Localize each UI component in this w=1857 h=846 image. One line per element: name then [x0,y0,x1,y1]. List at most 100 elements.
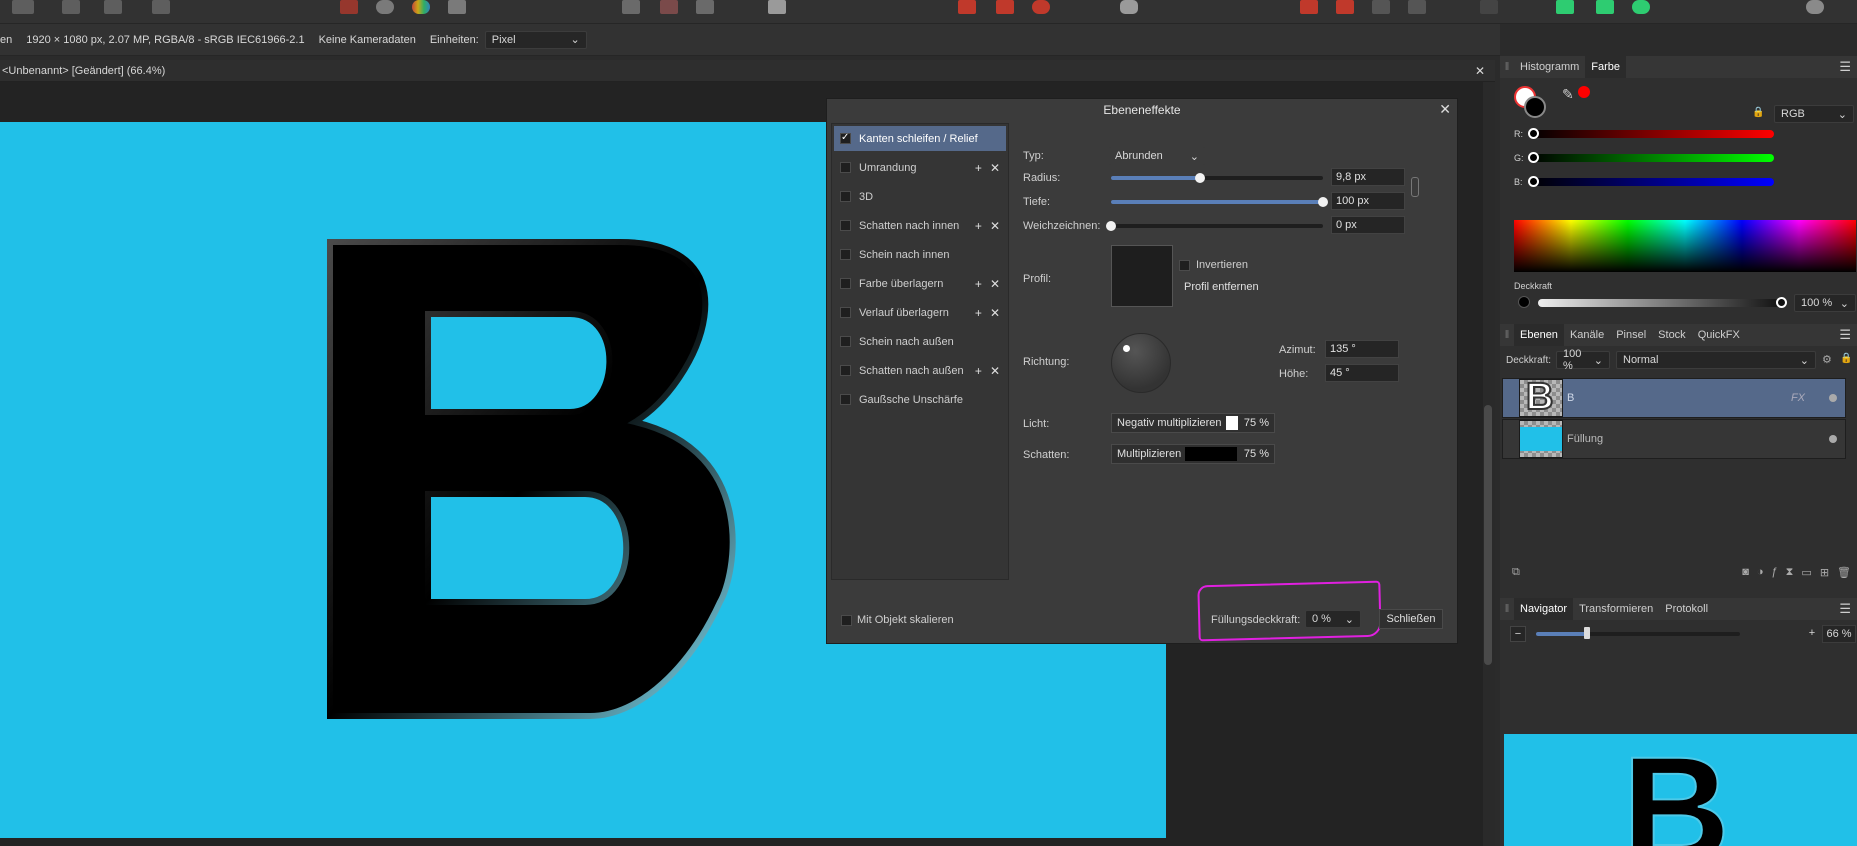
quick-mask-icon[interactable] [768,0,786,14]
direction-dial[interactable] [1111,333,1171,393]
shadow-blend-control[interactable]: Multiplizieren 75 % [1111,444,1275,464]
blur-slider[interactable] [1111,224,1323,228]
layer-opacity-select[interactable]: 100 % ⌄ [1556,348,1610,372]
document-info[interactable]: 1920 × 1080 px, 2.07 MP, RGBA/8 - sRGB I… [26,34,304,46]
layer-row[interactable]: B B FX [1502,375,1846,419]
delete-layer-icon[interactable]: 🗑 [1837,566,1855,579]
liquify-persona-icon[interactable] [62,0,80,14]
vertical-scroll-thumb[interactable] [1484,405,1492,665]
account-icon[interactable] [1806,0,1824,14]
effect-checkbox[interactable] [840,132,851,144]
zoom-out-button[interactable]: − [1510,626,1526,642]
close-icon[interactable]: ✕ [1439,101,1451,118]
close-document-icon[interactable]: ✕ [1475,64,1495,78]
fx-icon[interactable]: ƒ [1772,566,1778,578]
depth-slider-knob[interactable] [1318,197,1328,207]
remove-effect-icon[interactable]: ✕ [990,306,1000,320]
light-blend-control[interactable]: Negativ multiplizieren 75 % [1111,413,1275,433]
channel-r-slider[interactable] [1530,130,1774,138]
tab-histogram[interactable]: Histogramm [1514,61,1585,73]
blur-field[interactable]: 0 px [1331,216,1405,234]
tab-quickfx[interactable]: QuickFX [1692,329,1746,341]
azimuth-field[interactable]: 135 ° [1325,340,1399,358]
tab-color[interactable]: Farbe [1585,56,1627,78]
lock-icon[interactable]: 🔒 [1752,107,1764,118]
arrange-icon[interactable] [1480,0,1498,14]
direction-dial-handle[interactable] [1123,345,1130,352]
snapping-icon[interactable] [958,0,976,14]
opacity-value-select[interactable]: 100 % ⌄ [1794,294,1856,312]
boolean-xor-icon[interactable] [1408,0,1426,14]
effect-checkbox[interactable] [840,220,851,231]
effect-item[interactable]: Schein nach außen [834,329,1006,354]
remove-effect-icon[interactable]: ✕ [990,161,1000,175]
effect-checkbox[interactable] [840,365,851,376]
effect-checkbox[interactable] [840,394,851,405]
zoom-value-field[interactable]: 66 % [1822,625,1856,643]
opacity-slider-knob[interactable] [1776,297,1787,308]
boolean-subtract-icon[interactable] [1336,0,1354,14]
live-filter-icon[interactable]: ⧗ [1786,566,1794,579]
effect-item[interactable]: Kanten schleifen / Relief [834,126,1006,151]
mask-icon[interactable]: ◙ [1742,566,1749,578]
blur-slider-knob[interactable] [1106,221,1116,231]
layer-row[interactable]: Füllung [1502,419,1846,459]
grip-icon[interactable]: ‖ [1500,61,1514,73]
visibility-dot-icon[interactable] [1829,435,1837,443]
layer-copy-icon[interactable]: ⧉ [1512,566,1520,579]
effect-item[interactable]: Farbe überlagern + ✕ [834,271,1006,296]
close-button[interactable]: Schließen [1379,609,1443,629]
panel-menu-icon[interactable]: ☰ [1839,601,1857,617]
radius-field[interactable]: 9,8 px [1331,168,1405,186]
scale-with-object-checkbox[interactable] [841,615,852,626]
color-model-select[interactable]: RGB ⌄ [1774,105,1854,123]
add-effect-icon[interactable]: + [975,364,982,378]
effect-item[interactable]: Schatten nach innen + ✕ [834,213,1006,238]
tab-transform[interactable]: Transformieren [1573,603,1659,615]
add-effect-icon[interactable]: + [975,277,982,291]
type-select[interactable]: Abrunden ⌄ [1109,147,1205,165]
export-persona-icon[interactable] [152,0,170,14]
effect-checkbox[interactable] [840,278,851,289]
recent-color-swatch[interactable] [1578,86,1590,98]
add-effect-icon[interactable]: + [975,306,982,320]
effect-checkbox[interactable] [840,162,851,173]
effect-item[interactable]: Schein nach innen [834,242,1006,267]
altitude-field[interactable]: 45 ° [1325,364,1399,382]
magnet-icon[interactable] [1032,0,1050,14]
eyedropper-icon[interactable]: ✎ [1562,86,1574,103]
effect-item[interactable]: Umrandung + ✕ [834,155,1006,180]
color-wheel-icon[interactable] [412,0,430,14]
channel-r-knob[interactable] [1528,128,1539,139]
tab-layers[interactable]: Ebenen [1514,324,1564,346]
fill-opacity-select[interactable]: 0 % ⌄ [1305,610,1361,628]
studio-icon-1[interactable] [1556,0,1574,14]
remove-effect-icon[interactable]: ✕ [990,219,1000,233]
zoom-slider-knob[interactable] [1584,627,1590,639]
invert-selection-icon[interactable] [696,0,714,14]
effect-checkbox[interactable] [840,249,851,260]
channel-g-knob[interactable] [1528,152,1539,163]
radius-slider-knob[interactable] [1195,173,1206,183]
color-spectrum[interactable] [1514,220,1856,272]
profile-curve-preview[interactable] [1111,245,1173,307]
blend-mode-select[interactable]: Normal ⌄ [1616,351,1816,369]
panel-menu-icon[interactable]: ☰ [1839,327,1857,343]
robot-icon[interactable] [1120,0,1138,14]
levels-icon[interactable] [340,0,358,14]
tab-navigator[interactable]: Navigator [1514,598,1574,620]
camera-info[interactable]: Keine Kameradaten [319,34,416,46]
navigator-preview[interactable]: B [1504,734,1857,846]
visibility-dot-icon[interactable] [1829,394,1837,402]
panel-menu-icon[interactable]: ☰ [1839,59,1857,75]
zoom-in-button[interactable]: + [1804,626,1820,642]
tab-channels[interactable]: Kanäle [1564,329,1610,341]
deselect-icon[interactable] [660,0,678,14]
assistant-icon[interactable] [996,0,1014,14]
adjustment-icon[interactable]: ◑ [1757,566,1764,578]
effect-checkbox[interactable] [840,336,851,347]
add-layer-icon[interactable]: ⊞ [1820,566,1829,579]
auto-contrast-icon[interactable] [376,0,394,14]
effect-item[interactable]: 3D [834,184,1006,209]
add-effect-icon[interactable]: + [975,219,982,233]
